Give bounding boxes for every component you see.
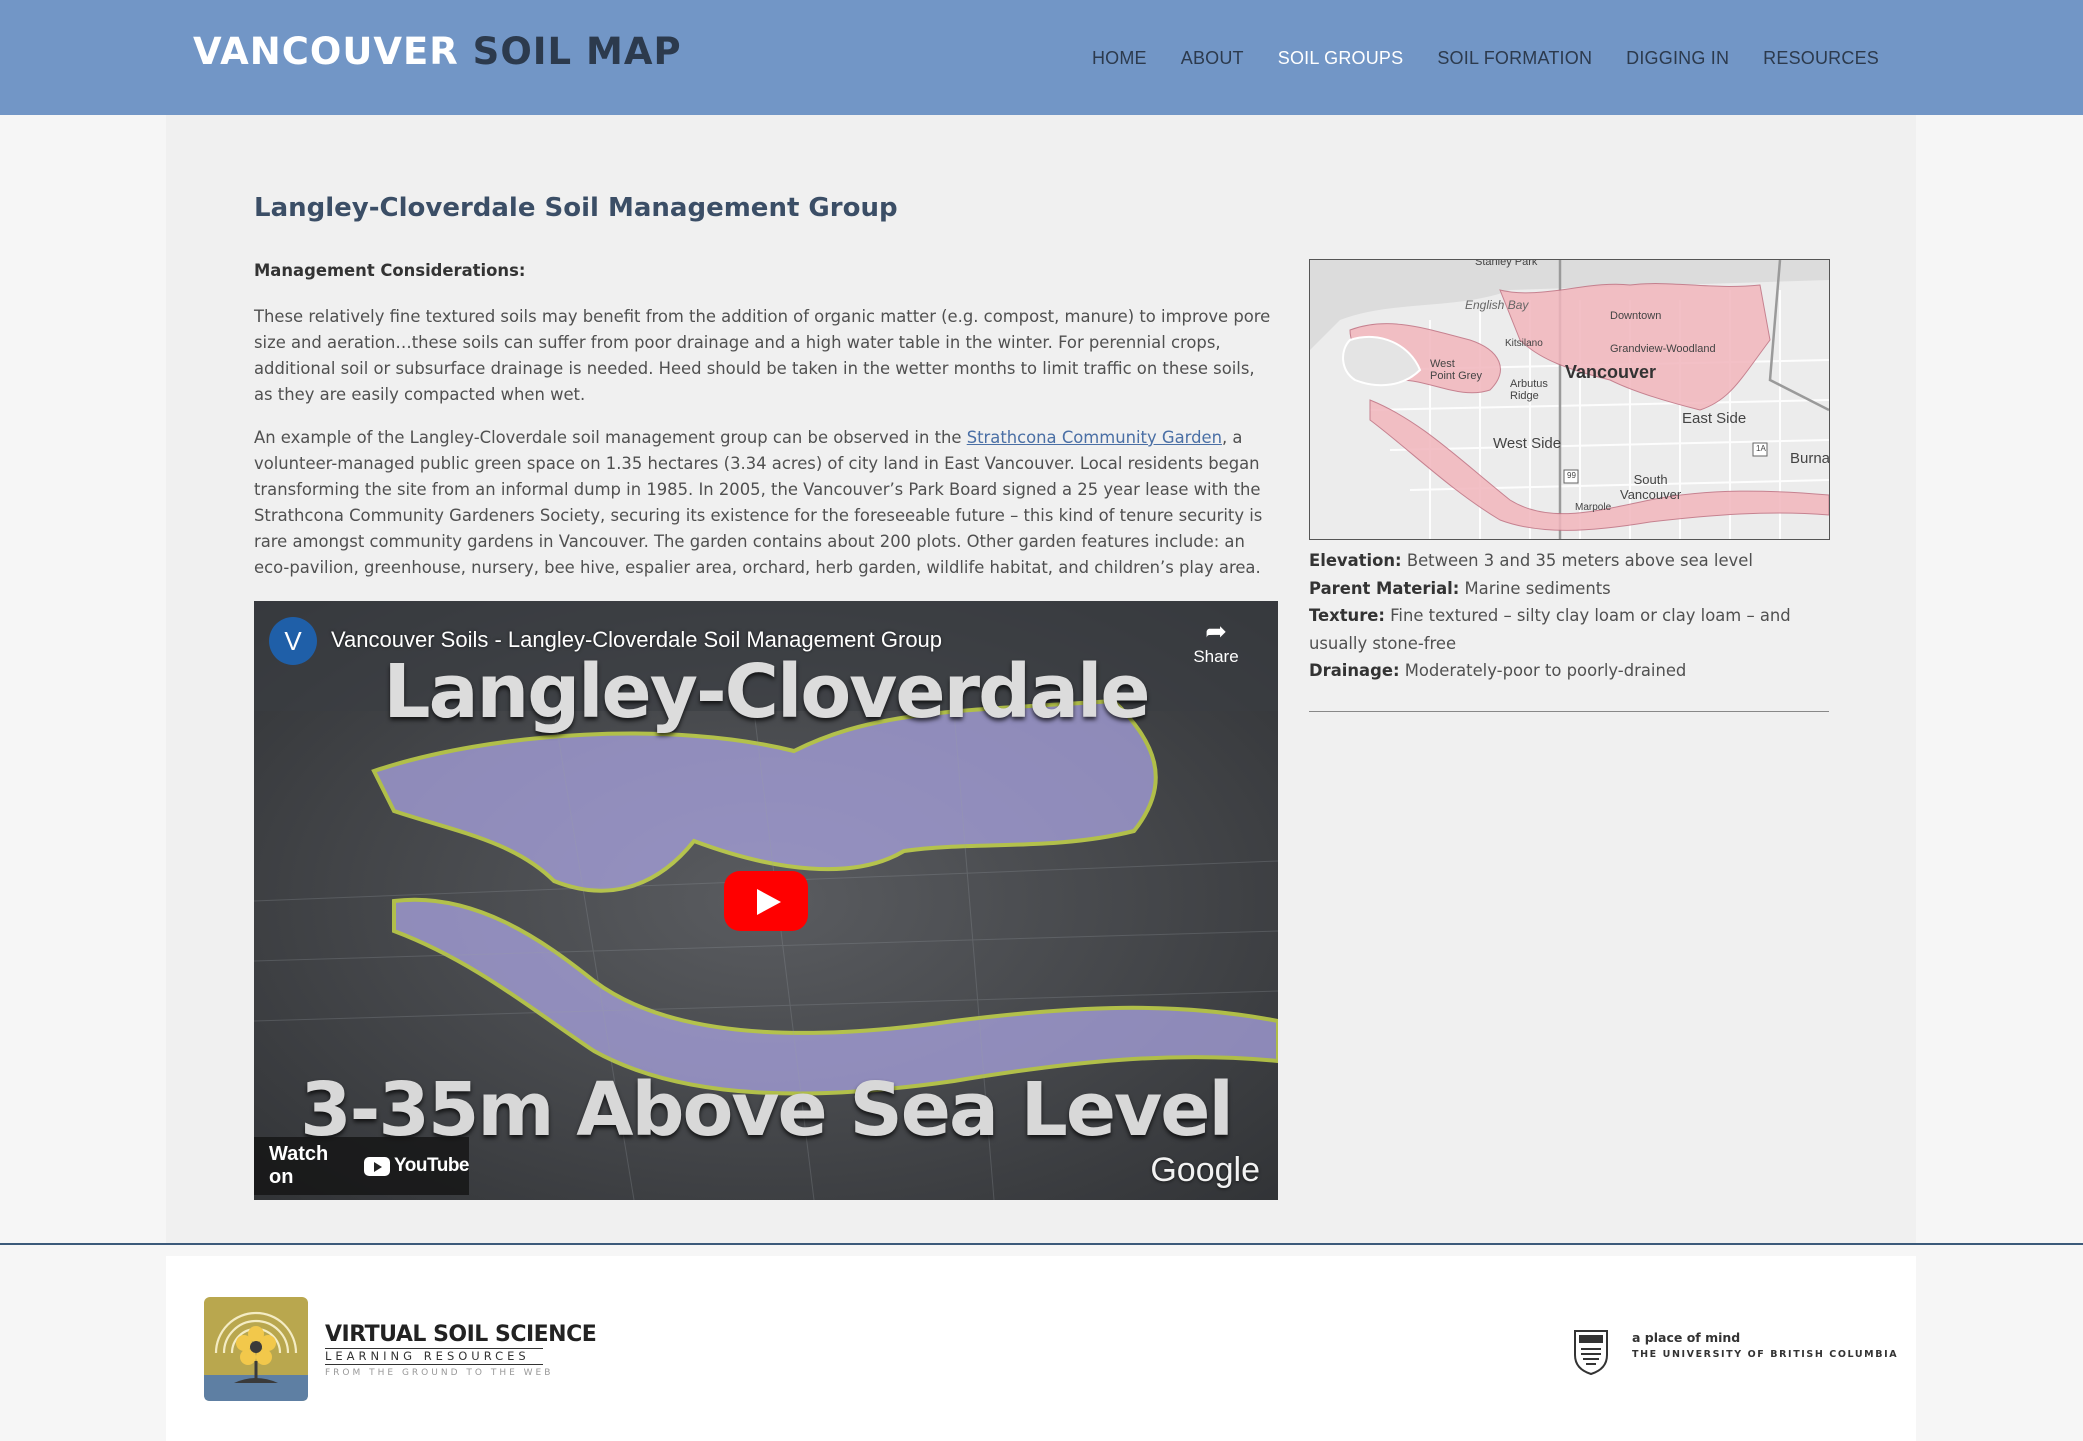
map-label-hwy-1a: 1A [1756, 444, 1766, 453]
ubc-wordmark[interactable]: a place of mind THE UNIVERSITY OF BRITIS… [1632, 1330, 1898, 1360]
property-parent-material: Parent Material: Marine sediments [1309, 575, 1829, 603]
watch-on-youtube-button[interactable]: Watch on YouTube [254, 1137, 469, 1195]
video-overlay-title: Langley-Cloverdale [383, 649, 1150, 735]
site-logo[interactable]: VANCOUVER SOIL MAP [193, 30, 682, 73]
location-map[interactable]: Stanley Park English Bay Downtown Kitsil… [1309, 259, 1830, 540]
youtube-wordmark: YouTube [394, 1155, 469, 1176]
strathcona-garden-link[interactable]: Strathcona Community Garden [967, 428, 1222, 447]
paragraph-example-text-1: An example of the Langley-Cloverdale soi… [254, 428, 967, 447]
property-drainage: Drainage: Moderately-poor to poorly-drai… [1309, 657, 1829, 685]
map-label-west-side: West Side [1493, 435, 1562, 452]
video-embed[interactable]: V Vancouver Soils - Langley-Cloverdale S… [254, 601, 1278, 1200]
youtube-logo: YouTube [364, 1155, 469, 1177]
properties-divider [1309, 711, 1829, 712]
map-label-arbutus-ridge: Arbutus Ridge [1510, 378, 1548, 402]
soil-properties: Elevation: Between 3 and 35 meters above… [1309, 547, 1829, 685]
play-button[interactable] [724, 871, 808, 931]
ubc-tagline: a place of mind [1632, 1330, 1741, 1345]
nav-digging-in[interactable]: DIGGING IN [1626, 48, 1729, 69]
watch-on-label: Watch on [269, 1143, 329, 1188]
map-label-south-vancouver: South Vancouver [1620, 472, 1682, 502]
map-label-east-side: East Side [1682, 410, 1747, 427]
map-label-marpole: Marpole [1575, 502, 1612, 513]
main-text: Management Considerations: These relativ… [254, 258, 1274, 598]
nav-resources[interactable]: RESOURCES [1763, 48, 1879, 69]
share-arrow-icon: ➦ [1205, 616, 1227, 646]
nav-about[interactable]: ABOUT [1181, 48, 1244, 69]
vss-subtitle: LEARNING RESOURCES [325, 1348, 543, 1365]
ubc-name: THE UNIVERSITY OF BRITISH COLUMBIA [1632, 1349, 1899, 1360]
property-label: Elevation: [1309, 551, 1402, 570]
logo-word-vancouver: VANCOUVER [193, 30, 459, 73]
property-label: Parent Material: [1309, 578, 1460, 598]
virtual-soil-science-logo-icon[interactable] [204, 1297, 308, 1401]
property-value: Moderately-poor to poorly-drained [1404, 661, 1687, 680]
youtube-play-icon [364, 1156, 391, 1176]
footer-divider [0, 1243, 2083, 1245]
main-nav: HOME ABOUT SOIL GROUPS SOIL FORMATION DI… [1058, 48, 1879, 69]
property-texture: Texture: Fine textured – silty clay loam… [1309, 602, 1829, 657]
vss-tagline: FROM THE GROUND TO THE WEB [325, 1368, 554, 1378]
google-watermark: Google [1150, 1151, 1260, 1189]
nav-home[interactable]: HOME [1092, 48, 1147, 69]
section-subhead: Management Considerations: [254, 261, 526, 280]
property-label: Drainage: [1309, 661, 1400, 680]
property-value: Marine sediments [1464, 578, 1611, 598]
map-label-english-bay: English Bay [1465, 298, 1529, 312]
map-label-west-point-grey: West Point Grey [1430, 358, 1482, 382]
map-label-kitsilano: Kitsilano [1505, 338, 1543, 349]
vss-title: VIRTUAL SOIL SCIENCE [325, 1322, 597, 1347]
paragraph-example-text-2: , a volunteer-managed public green space… [254, 428, 1263, 577]
property-elevation: Elevation: Between 3 and 35 meters above… [1309, 547, 1829, 575]
map-label-burnaby: Burnal [1790, 450, 1830, 467]
paragraph-management: These relatively fine textured soils may… [254, 307, 1271, 404]
property-label: Texture: [1309, 606, 1385, 625]
virtual-soil-science-wordmark[interactable]: VIRTUAL SOIL SCIENCE LEARNING RESOURCES … [325, 1322, 597, 1378]
map-label-grandview: Grandview-Woodland [1610, 343, 1716, 355]
map-label-downtown: Downtown [1610, 310, 1662, 322]
map-label-vancouver: Vancouver [1565, 362, 1657, 382]
site-header: VANCOUVER SOIL MAP HOME ABOUT SOIL GROUP… [0, 0, 2083, 115]
map-label-hwy-99: 99 [1567, 471, 1576, 480]
logo-word-soil-map: SOIL MAP [472, 30, 682, 73]
paragraph-example: An example of the Langley-Cloverdale soi… [254, 425, 1274, 581]
property-value: Between 3 and 35 meters above sea level [1406, 551, 1753, 570]
map-graphic [1310, 260, 1829, 539]
page-title: Langley-Cloverdale Soil Management Group [254, 193, 898, 223]
map-label-stanley-park: Stanley Park [1475, 259, 1538, 268]
nav-soil-formation[interactable]: SOIL FORMATION [1437, 48, 1592, 69]
nav-soil-groups[interactable]: SOIL GROUPS [1278, 48, 1404, 69]
ubc-crest-icon[interactable] [1573, 1329, 1609, 1375]
